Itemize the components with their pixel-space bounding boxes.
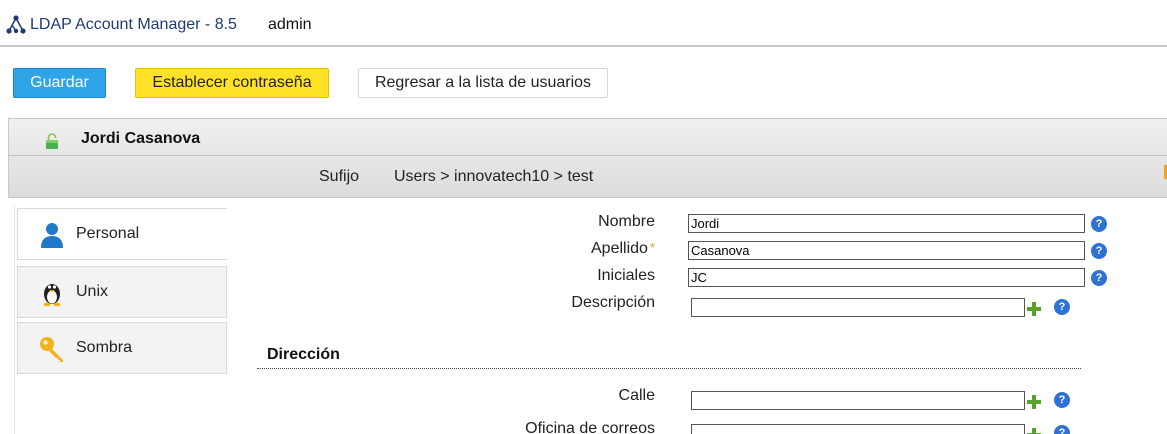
description-help-icon[interactable]: ? [1054,299,1070,315]
tree-network-icon [6,15,26,34]
address-section-title: Dirección [267,346,340,363]
street-field[interactable] [691,391,1025,410]
post-office-field[interactable] [691,424,1025,434]
suffix-value[interactable]: Users > innovatech10 > test [394,168,593,186]
first-name-label: Nombre [598,213,655,230]
initials-help-icon[interactable]: ? [1091,270,1107,286]
add-street-plus-icon[interactable] [1027,395,1041,409]
set-password-button[interactable]: Establecer contraseña [135,68,329,98]
account-name: Jordi Casanova [81,130,201,147]
add-description-plus-icon[interactable] [1027,302,1041,316]
address-section-divider [257,368,1081,369]
app-title[interactable]: LDAP Account Manager - 8.5 [30,16,237,34]
last-name-help-icon[interactable]: ? [1091,243,1107,259]
person-icon [41,223,63,248]
initials-label: Iniciales [597,267,655,284]
account-title-bar: Jordi Casanova Sufijo Users > innovatech… [8,118,1167,198]
tab-unix[interactable]: Unix [17,266,227,318]
tab-sombra-label: Sombra [76,339,133,356]
last-name-field[interactable] [688,241,1085,260]
description-field[interactable] [691,298,1025,317]
tab-personal-label: Personal [76,225,140,242]
unlocked-lock-icon [46,133,58,149]
current-user: admin [268,16,312,33]
post-office-help-icon[interactable]: ? [1054,425,1070,434]
tab-sombra[interactable]: Sombra [17,322,227,374]
street-help-icon[interactable]: ? [1054,392,1070,408]
last-name-label-text: Apellido [591,240,648,257]
module-sidebar: Personal Unix Sombra [14,206,227,434]
street-label: Calle [618,387,655,404]
first-name-help-icon[interactable]: ? [1091,216,1107,232]
post-office-label: Oficina de correos [525,420,655,434]
key-icon [40,337,63,362]
save-button[interactable]: Guardar [13,68,106,98]
required-asterisk: * [649,240,655,255]
penguin-icon [43,284,61,307]
add-post-office-plus-icon[interactable] [1027,428,1041,434]
first-name-field[interactable] [688,214,1085,233]
title-divider [9,155,1167,156]
tab-personal[interactable]: Personal [17,208,227,260]
suffix-label: Sufijo [319,168,360,185]
tab-unix-label: Unix [76,283,109,300]
top-header: LDAP Account Manager - 8.5 admin [0,0,1167,47]
initials-field[interactable] [688,268,1085,287]
last-name-label: Apellido * [560,240,655,258]
back-to-user-list-button[interactable]: Regresar a la lista de usuarios [358,68,608,98]
description-label: Descripción [571,294,655,311]
